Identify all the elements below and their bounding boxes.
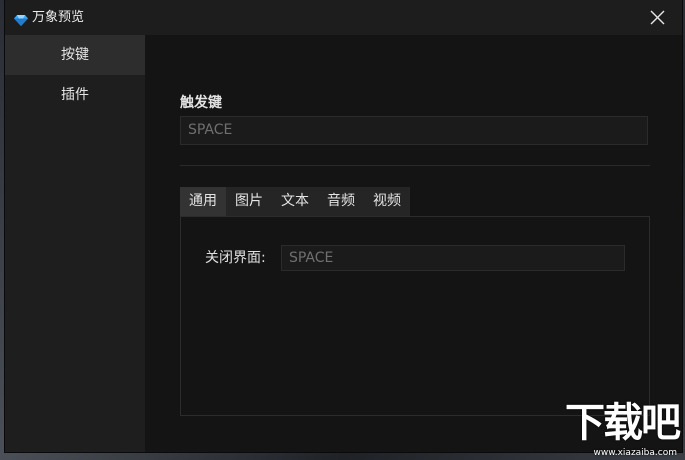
tab-text[interactable]: 文本 [272,187,318,216]
watermark-url: www.xiazaiba.com [593,448,677,458]
title-bar[interactable]: 万象预览 [5,0,682,35]
sidebar-item-keys[interactable]: 按键 [5,35,145,75]
tab-image[interactable]: 图片 [226,187,272,216]
tab-audio[interactable]: 音频 [318,187,364,216]
site-watermark: 下载吧 www.xiazaiba.com [548,400,683,458]
section-divider [180,165,650,166]
close-button[interactable] [636,0,680,35]
sidebar: 按键 插件 [5,35,145,452]
close-icon [650,10,665,25]
main-window: 万象预览 按键 插件 触发键 SPACE 通用 图片 文本 音频 视频 关闭界面… [5,0,682,452]
close-ui-key-input[interactable]: SPACE [281,245,625,271]
tab-general[interactable]: 通用 [180,187,226,216]
app-gem-icon [14,11,28,26]
trigger-key-input[interactable]: SPACE [180,116,648,145]
settings-panel: 触发键 SPACE 通用 图片 文本 音频 视频 关闭界面: SPACE [145,35,682,452]
trigger-key-label: 触发键 [180,95,222,111]
window-title: 万象预览 [32,10,85,25]
general-tab-panel: 关闭界面: SPACE [180,216,650,416]
category-tabs: 通用 图片 文本 音频 视频 [180,187,410,216]
sidebar-item-plugins[interactable]: 插件 [5,75,145,115]
close-ui-label: 关闭界面: [205,250,266,266]
tab-video[interactable]: 视频 [364,187,410,216]
watermark-logo: 下载吧 [565,400,681,446]
